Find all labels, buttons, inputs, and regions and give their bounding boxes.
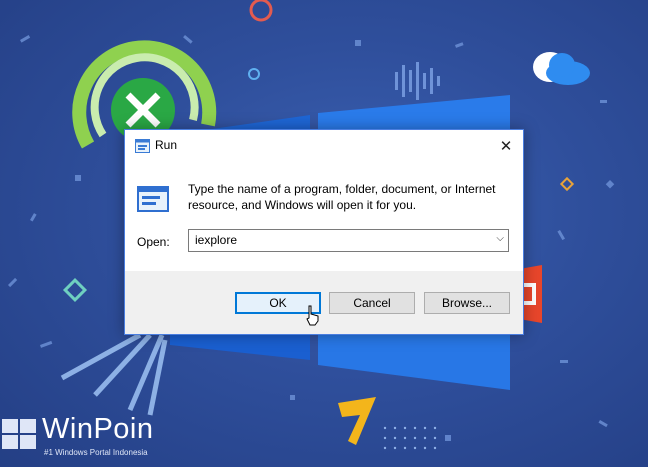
run-large-icon: [137, 186, 169, 216]
onedrive-cloud-icon: [528, 43, 594, 91]
close-icon: ✕: [499, 136, 513, 155]
pointer-cursor-icon: [305, 305, 321, 331]
dialog-description: Type the name of a program, folder, docu…: [188, 182, 496, 212]
winpoin-logo-icon: [2, 419, 36, 449]
dialog-title: Run: [155, 138, 178, 152]
run-icon: [135, 138, 150, 157]
winpoin-watermark: WinPoin #1 Windows Portal Indonesia: [0, 413, 200, 465]
watermark-subtitle: #1 Windows Portal Indonesia: [44, 448, 148, 457]
open-combobox[interactable]: iexplore ⌵: [188, 229, 509, 252]
plex-icon: [338, 397, 382, 451]
run-dialog: Run ✕ Type the name of a program, folder…: [124, 129, 524, 335]
title-bar[interactable]: Run ✕: [125, 130, 523, 161]
cancel-button[interactable]: Cancel: [329, 292, 415, 314]
close-button[interactable]: ✕: [489, 130, 523, 161]
watermark-title: WinPoin: [42, 413, 154, 445]
dialog-content: Type the name of a program, folder, docu…: [125, 161, 523, 271]
open-input[interactable]: iexplore: [195, 233, 237, 247]
open-label: Open:: [137, 235, 170, 249]
browse-button[interactable]: Browse...: [424, 292, 510, 314]
chevron-down-icon[interactable]: ⌵: [496, 233, 504, 244]
